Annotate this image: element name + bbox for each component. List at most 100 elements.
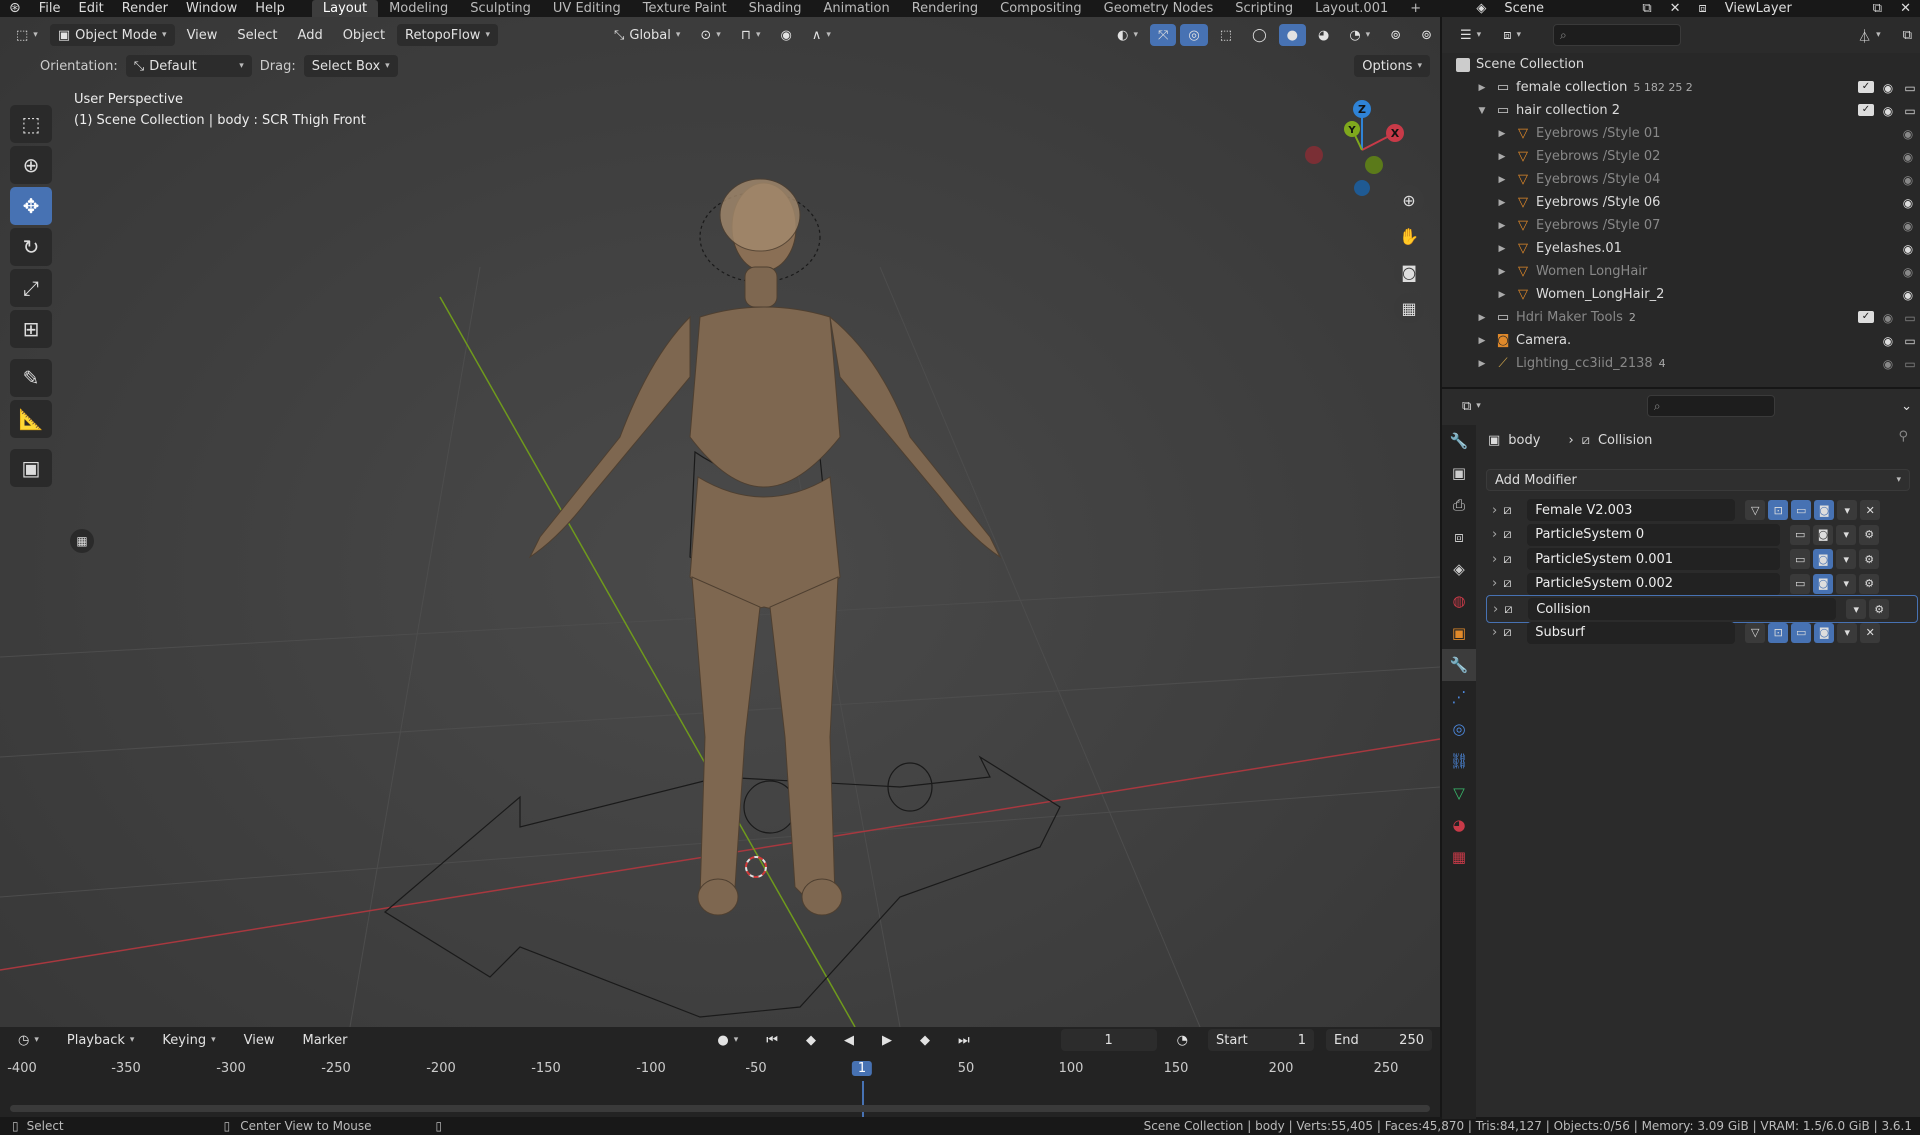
tab-layout-001[interactable]: Layout.001: [1304, 0, 1399, 17]
shading-wireframe-icon[interactable]: ◯: [1244, 24, 1275, 46]
outliner-row-scene-collection[interactable]: Scene Collection: [1442, 53, 1920, 76]
edit-mode-icon[interactable]: ⊡: [1768, 622, 1789, 643]
expand-chevron-icon[interactable]: ›: [1493, 602, 1498, 617]
eye-icon[interactable]: ◉: [1900, 173, 1916, 187]
shading-rendered-icon[interactable]: ◔ ▾: [1341, 24, 1378, 46]
realtime-icon[interactable]: ▭: [1790, 573, 1811, 594]
menu-timeline-view[interactable]: View: [236, 1029, 283, 1051]
transform-tool-icon[interactable]: ⊞: [10, 310, 52, 348]
output-tab-icon[interactable]: ⎙: [1442, 489, 1476, 521]
scene-selector[interactable]: Scene: [1495, 0, 1633, 17]
eye-icon[interactable]: ◉: [1880, 81, 1896, 95]
edit-mode-icon[interactable]: ⊡: [1768, 500, 1789, 520]
particle-settings-icon[interactable]: ⚙: [1869, 599, 1890, 619]
tab-uv-editing[interactable]: UV Editing: [542, 0, 632, 17]
add-cube-tool-icon[interactable]: ▣: [10, 449, 52, 487]
render-tab-icon[interactable]: ▣: [1442, 457, 1476, 489]
menu-object[interactable]: Object: [335, 24, 393, 46]
retopo-settings-icon[interactable]: ⊚: [1413, 24, 1440, 46]
constraints-tab-icon[interactable]: ⛓: [1442, 745, 1476, 777]
display-mode-icon[interactable]: ⧈ ▾: [1495, 24, 1529, 46]
realtime-icon[interactable]: ▭: [1790, 524, 1811, 545]
data-tab-icon[interactable]: ▽: [1442, 777, 1476, 809]
select-box-tool-icon[interactable]: ⬚: [10, 105, 52, 143]
orientation-default-selector[interactable]: ⤡ Default ▾: [125, 55, 252, 77]
shading-material-icon[interactable]: ◕: [1310, 24, 1337, 46]
view-layer-tab-icon[interactable]: ⧈: [1442, 521, 1476, 553]
blender-logo-icon[interactable]: ⊛: [0, 0, 30, 17]
annotate-tool-icon[interactable]: ✎: [10, 359, 52, 397]
outliner-row[interactable]: ▶▭Hdri Maker Tools2✓◉▭◙: [1442, 306, 1920, 329]
tab-sculpting[interactable]: Sculpting: [459, 0, 542, 17]
gizmo-neg-y[interactable]: [1365, 156, 1383, 174]
monitor-icon[interactable]: ▭: [1902, 357, 1918, 371]
properties-editor-type-icon[interactable]: ⧉ ▾: [1454, 395, 1489, 417]
play-icon[interactable]: ▶: [874, 1029, 900, 1051]
exclude-checkbox[interactable]: ✓: [1858, 103, 1874, 116]
new-scene-icon[interactable]: ⧉: [1633, 0, 1660, 17]
preview-range-icon[interactable]: ◔: [1169, 1029, 1196, 1051]
modifier-name-field[interactable]: Female V2.003: [1527, 499, 1736, 521]
monitor-icon[interactable]: ▭: [1902, 334, 1918, 348]
modifier-panel[interactable]: › ⧄ ParticleSystem 0 ▭ ◙ ▾ ⚙: [1486, 522, 1916, 548]
menu-keying[interactable]: Keying ▾: [154, 1029, 223, 1051]
tool-tab-icon[interactable]: 🔧: [1442, 425, 1476, 457]
retopoflow-menu[interactable]: RetopoFlow ▾: [397, 24, 498, 46]
expand-right-icon[interactable]: ▶: [1496, 290, 1508, 300]
jump-end-icon[interactable]: ⏭: [950, 1029, 978, 1051]
measure-tool-icon[interactable]: 📐: [10, 400, 52, 438]
cursor-tool-icon[interactable]: ⊕: [10, 146, 52, 184]
modifier-name-field[interactable]: Subsurf: [1527, 621, 1736, 644]
properties-editor[interactable]: ⧉ ▾ ⌕ ⌄ 🔧 ▣ ⎙ ⧈ ◈ ◍ ▣ 🔧 ⋰ ◎ ⛓ ▽ ◕ ▦ ▣ bod…: [1440, 387, 1920, 1119]
view-layer-selector[interactable]: ViewLayer: [1716, 0, 1864, 17]
tab-compositing[interactable]: Compositing: [989, 0, 1093, 17]
expand-right-icon[interactable]: ▶: [1496, 221, 1508, 231]
add-modifier-button[interactable]: Add Modifier ▾: [1486, 469, 1910, 491]
outliner-row[interactable]: ▶ ▽ Eyebrows /Style 01 ◉▭◙: [1442, 122, 1920, 145]
outliner-row[interactable]: ▶ ▽ Eyebrows /Style 02 ◉▭◙: [1442, 145, 1920, 168]
xray-icon[interactable]: ⬚: [1212, 24, 1240, 46]
pivot-point-icon[interactable]: ⊙ ▾: [692, 24, 728, 46]
falloff-icon[interactable]: ∧ ▾: [804, 24, 839, 46]
physics-tab-icon[interactable]: ◎: [1442, 713, 1476, 745]
expand-right-icon[interactable]: ▶: [1476, 83, 1488, 93]
modifier-name-field[interactable]: ParticleSystem 0.001: [1527, 548, 1781, 570]
render-icon[interactable]: ◙: [1813, 524, 1834, 545]
dropdown-icon[interactable]: ▾: [1836, 524, 1857, 545]
dropdown-icon[interactable]: ▾: [1836, 549, 1857, 569]
retopo-overlay-icon[interactable]: ⊚: [1382, 24, 1409, 46]
drag-selector[interactable]: Select Box ▾: [303, 55, 398, 77]
pin-icon[interactable]: ⚲: [1898, 429, 1908, 444]
timeline-scrollbar[interactable]: [10, 1105, 1430, 1112]
render-icon[interactable]: ◙: [1813, 573, 1834, 594]
expand-right-icon[interactable]: ▶: [1496, 129, 1508, 139]
end-frame-field[interactable]: End 250: [1326, 1029, 1432, 1051]
expand-right-icon[interactable]: ▶: [1496, 267, 1508, 277]
overlays-icon[interactable]: ◎: [1180, 24, 1208, 46]
new-collection-icon[interactable]: ⧉: [1895, 24, 1920, 46]
modifier-name-field[interactable]: ParticleSystem 0.002: [1527, 572, 1781, 595]
expand-chevron-icon[interactable]: ›: [1492, 576, 1497, 591]
tab-layout[interactable]: Layout: [311, 0, 379, 17]
dropdown-icon[interactable]: ▾: [1846, 599, 1867, 619]
editor-type-icon[interactable]: ⬚ ▾: [8, 24, 46, 46]
on-cage-icon[interactable]: ▽: [1745, 622, 1766, 643]
menu-file[interactable]: File: [30, 0, 70, 17]
new-view-layer-icon[interactable]: ⧉: [1864, 0, 1891, 17]
ortho-grid-icon[interactable]: ▦: [1394, 293, 1424, 323]
modifier-panel[interactable]: › ⧄ ParticleSystem 0.002 ▭ ◙ ▾ ⚙: [1486, 571, 1916, 597]
modifier-panel[interactable]: › ⧄ Subsurf ▽ ⊡ ▭ ◙ ▾ ✕: [1486, 620, 1916, 646]
scale-tool-icon[interactable]: ⤢: [10, 269, 52, 307]
expand-chevron-icon[interactable]: ›: [1492, 552, 1497, 567]
expand-right-icon[interactable]: ▶: [1476, 336, 1488, 346]
texture-tab-icon[interactable]: ▦: [1442, 841, 1476, 873]
dropdown-icon[interactable]: ▾: [1836, 573, 1857, 594]
monitor-icon[interactable]: ▭: [1902, 311, 1918, 325]
particle-settings-icon[interactable]: ⚙: [1859, 549, 1880, 569]
snap-icon[interactable]: ⊓ ▾: [733, 24, 769, 46]
outliner-row[interactable]: ▶▭female collection5 182 25 2✓◉▭◙: [1442, 76, 1920, 99]
filter-icon[interactable]: ⏃ ▾: [1850, 24, 1889, 46]
outliner-row[interactable]: ▶⟋Lighting_cc3iid_21384◉▭◙: [1442, 352, 1920, 375]
menu-playback[interactable]: Playback ▾: [59, 1029, 143, 1051]
render-icon[interactable]: ◙: [1813, 549, 1834, 569]
